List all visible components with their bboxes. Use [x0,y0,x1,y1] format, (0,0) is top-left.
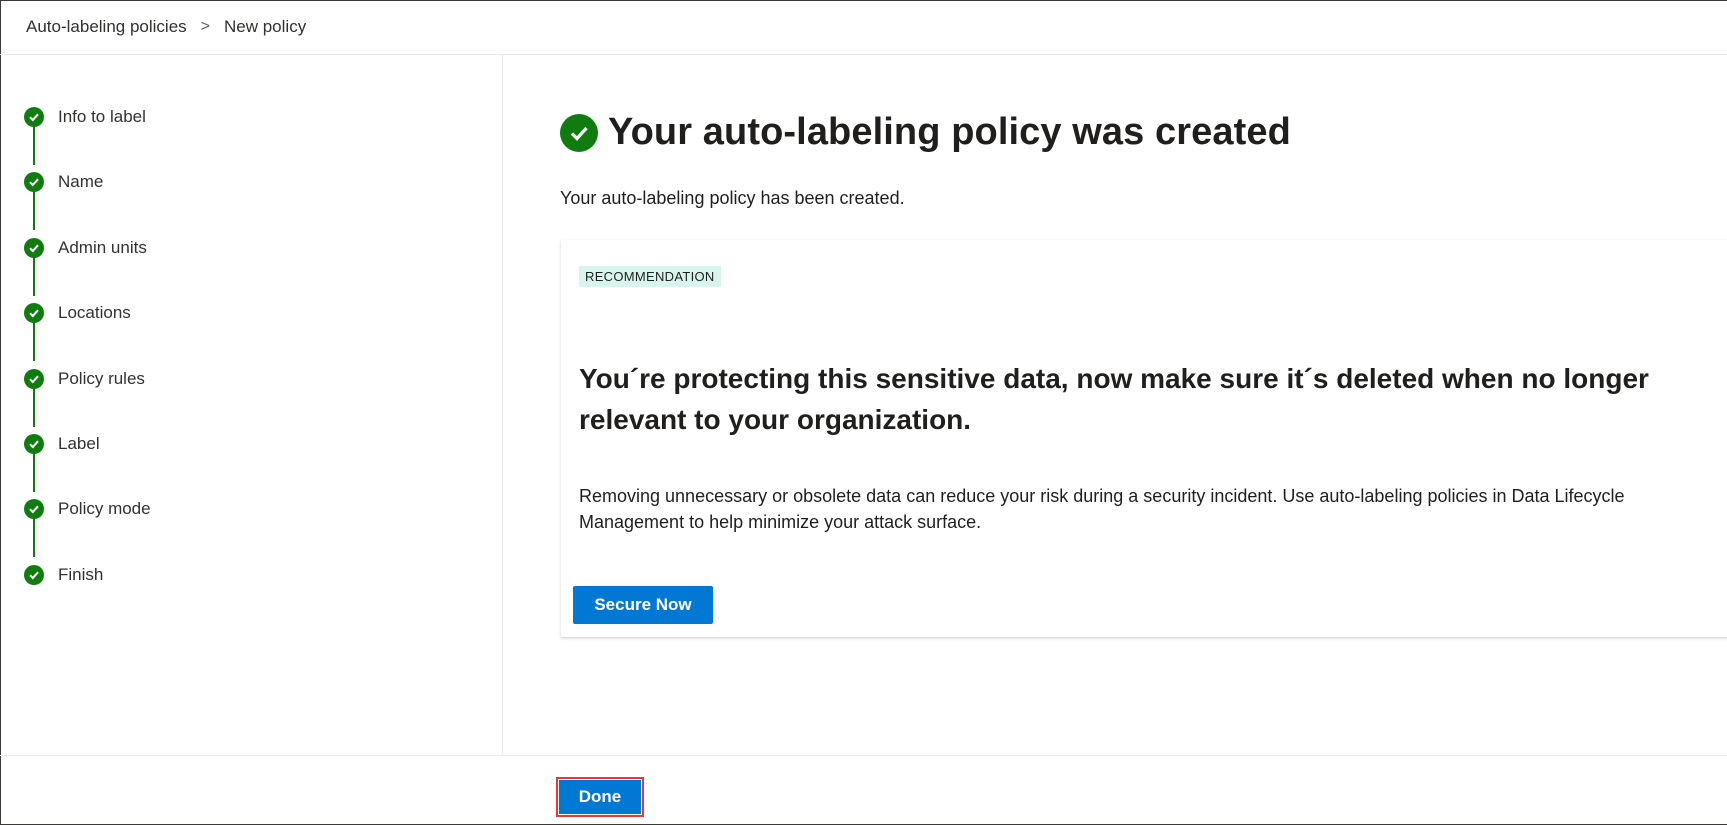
chevron-right-icon: > [200,18,210,35]
page-title-row: Your auto-labeling policy was created [560,111,1291,154]
breadcrumb-item-new-policy: New policy [224,17,307,36]
breadcrumb: Auto-labeling policies > New policy [0,0,1727,55]
checkmark-circle-icon [560,113,598,152]
page-subtitle: Your auto-labeling policy has been creat… [560,188,905,208]
checkmark-circle-icon [24,369,44,389]
checkmark-circle-icon [24,107,44,127]
step-connector [33,319,35,361]
checkmark-circle-icon [24,238,44,258]
checkmark-circle-icon [24,172,44,192]
step-connector [33,123,35,165]
checkmark-circle-icon [24,303,44,323]
recommendation-heading: You´re protecting this sensitive data, n… [579,363,1649,435]
step-label: Label [58,434,100,453]
step-connector [33,385,35,427]
step-connector [33,254,35,296]
step-info-to-label[interactable]: Info to label [24,105,146,129]
step-label-selection[interactable]: Label [24,432,100,456]
step-label: Info to label [58,107,146,126]
step-admin-units[interactable]: Admin units [24,236,147,260]
step-label: Locations [58,303,131,322]
wizard-steps-sidebar: Info to label Name Admin units Locations… [0,55,503,755]
recommendation-body: Removing unnecessary or obsolete data ca… [579,486,1625,532]
checkmark-circle-icon [24,565,44,585]
checkmark-circle-icon [24,434,44,454]
breadcrumb-item-auto-labeling-policies[interactable]: Auto-labeling policies [26,17,187,37]
step-connector [33,450,35,492]
step-label: Name [58,172,104,191]
step-name[interactable]: Name [24,170,103,194]
secure-now-button[interactable]: Secure Now [573,586,713,624]
done-button[interactable]: Done [559,780,641,814]
step-connector [33,188,35,230]
page-title: Your auto-labeling policy was created [608,111,1291,153]
recommendation-badge: RECOMMENDATION [579,266,721,287]
checkmark-circle-icon [24,499,44,519]
done-button-focus-outline: Done [556,777,644,817]
step-policy-rules[interactable]: Policy rules [24,367,145,391]
step-connector [33,515,35,557]
step-label: Policy mode [58,499,151,518]
step-label: Admin units [58,238,147,257]
step-label: Finish [58,565,104,584]
step-finish[interactable]: Finish [24,563,103,587]
step-label: Policy rules [58,369,145,388]
step-policy-mode[interactable]: Policy mode [24,497,151,521]
main-content: Your auto-labeling policy was created Yo… [504,55,1727,755]
recommendation-card: RECOMMENDATION You´re protecting this se… [561,240,1727,637]
footer-bar: Done [0,755,1727,825]
step-locations[interactable]: Locations [24,301,131,325]
